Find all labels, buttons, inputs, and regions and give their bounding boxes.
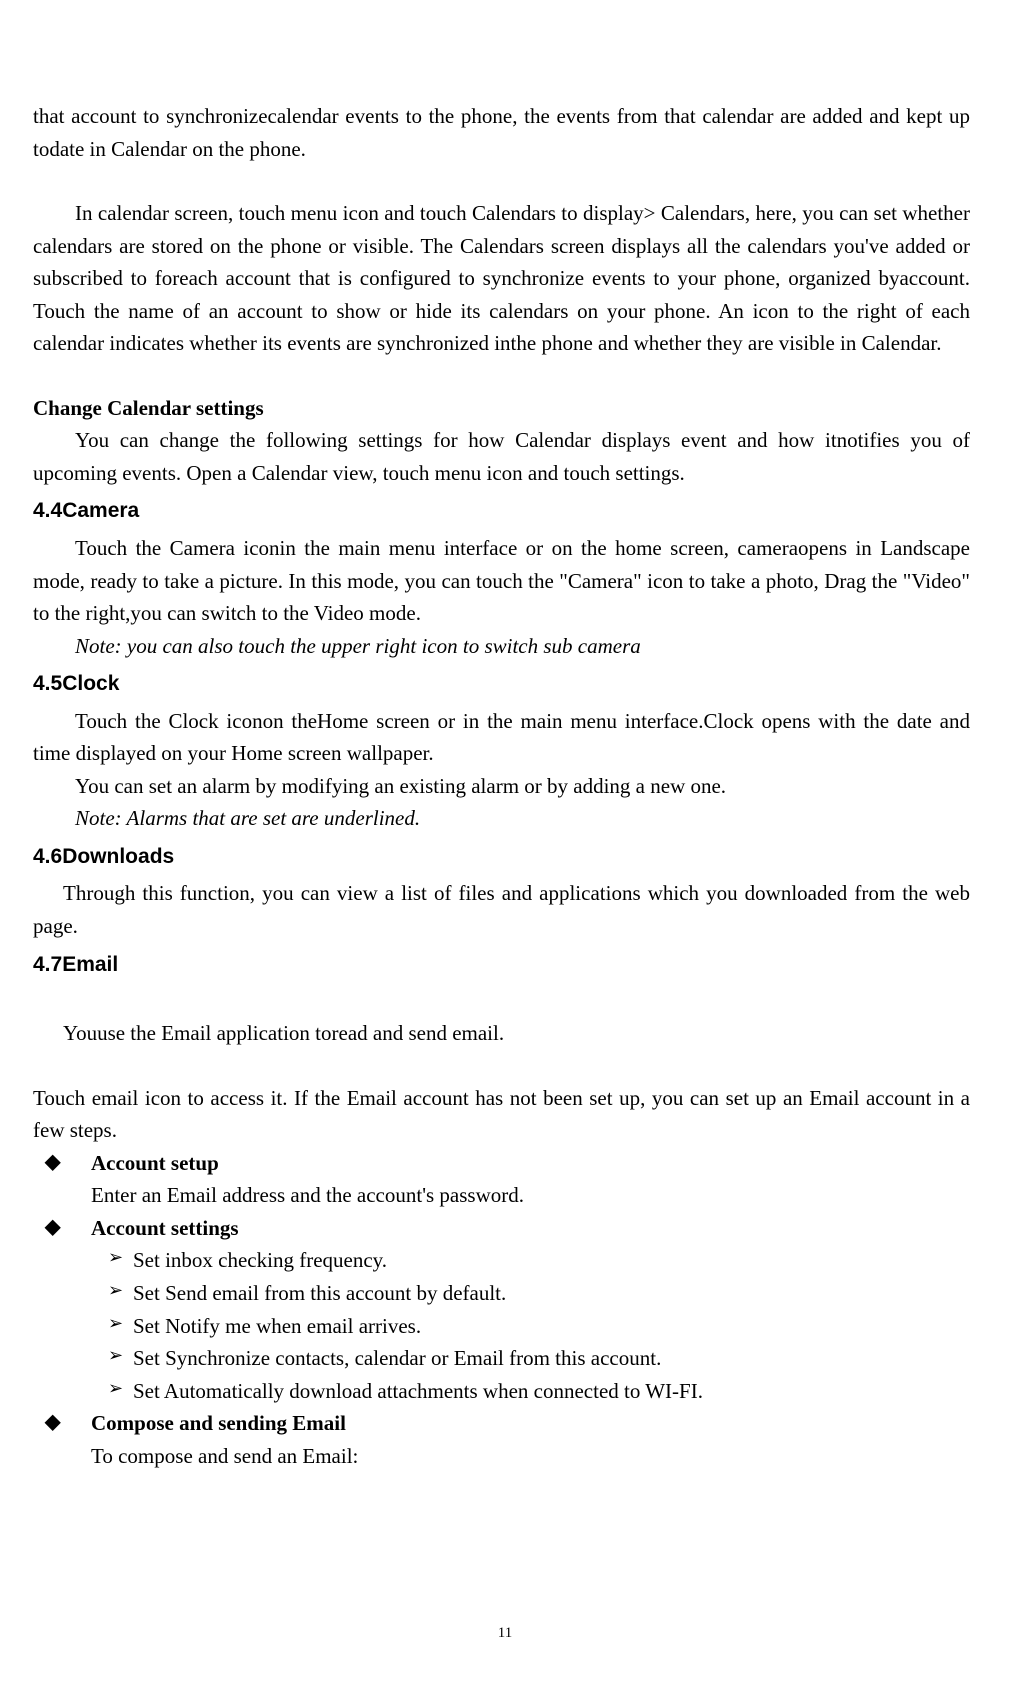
bullet-compose-email: Compose and sending Email	[33, 1407, 970, 1440]
heading-4-4-camera: 4.4Camera	[33, 495, 970, 528]
paragraph-clock-alarm: You can set an alarm by modifying an exi…	[33, 770, 970, 803]
arrow-sublist: Set inbox checking frequency. Set Send e…	[33, 1244, 970, 1407]
text-compose-desc: To compose and send an Email:	[33, 1440, 970, 1473]
heading-4-6-downloads: 4.6Downloads	[33, 841, 970, 874]
diamond-bullet-list-2: Account settings	[33, 1212, 970, 1245]
bullet-account-settings: Account settings	[33, 1212, 970, 1245]
document-page: that account to synchronizecalendar even…	[0, 0, 1010, 1512]
diamond-bullet-list-3: Compose and sending Email	[33, 1407, 970, 1440]
page-number: 11	[0, 1625, 1010, 1642]
arrow-item: Set Send email from this account by defa…	[133, 1277, 970, 1310]
paragraph-camera: Touch the Camera iconin the main menu in…	[33, 532, 970, 630]
bullet-account-setup: Account setup	[33, 1147, 970, 1180]
arrow-item: Set Automatically download attachments w…	[133, 1375, 970, 1408]
arrow-item: Set inbox checking frequency.	[133, 1244, 970, 1277]
paragraph-calendar-sync: that account to synchronizecalendar even…	[33, 100, 970, 165]
paragraph-calendar-settings: You can change the following settings fo…	[33, 424, 970, 489]
paragraph-email-intro: Youuse the Email application toread and …	[33, 1017, 970, 1050]
heading-change-calendar: Change Calendar settings	[33, 392, 970, 425]
text-account-setup-desc: Enter an Email address and the account's…	[33, 1179, 970, 1212]
paragraph-clock: Touch the Clock iconon theHome screen or…	[33, 705, 970, 770]
diamond-bullet-list: Account setup	[33, 1147, 970, 1180]
paragraph-downloads: Through this function, you can view a li…	[33, 877, 970, 942]
paragraph-email-setup: Touch email icon to access it. If the Em…	[33, 1082, 970, 1147]
heading-4-7-email: 4.7Email	[33, 949, 970, 982]
heading-4-5-clock: 4.5Clock	[33, 668, 970, 701]
note-camera: Note: you can also touch the upper right…	[33, 630, 970, 663]
paragraph-calendar-screen: In calendar screen, touch menu icon and …	[33, 197, 970, 360]
arrow-item: Set Notify me when email arrives.	[133, 1310, 970, 1343]
note-alarm: Note: Alarms that are set are underlined…	[33, 802, 970, 835]
arrow-item: Set Synchronize contacts, calendar or Em…	[133, 1342, 970, 1375]
